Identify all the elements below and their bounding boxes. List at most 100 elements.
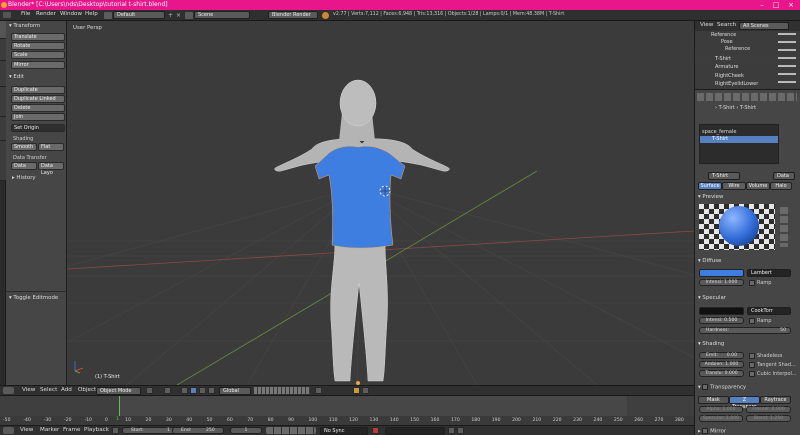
mode-select[interactable]: Object Mode: [96, 387, 141, 395]
duplicate-button[interactable]: Duplicate: [11, 86, 65, 94]
delete-keyframe-icon[interactable]: [457, 427, 464, 434]
specular-ramp-checkbox[interactable]: [749, 318, 755, 324]
close-icon[interactable]: ×: [785, 0, 797, 10]
menu-frame[interactable]: Frame: [63, 427, 80, 433]
diffuse-ramp-checkbox[interactable]: [749, 280, 755, 286]
material-slot-selected[interactable]: T-Shirt: [700, 136, 778, 143]
tab-halo[interactable]: Halo: [770, 182, 792, 190]
3d-viewport[interactable]: User Persp (1) T-Shirt: [67, 21, 694, 385]
blend-field[interactable]: Blend: 1.250: [746, 415, 791, 422]
pivot-point-icon[interactable]: [164, 387, 171, 394]
menu-file[interactable]: File: [21, 11, 30, 17]
end-frame-field[interactable]: End: 250: [172, 427, 224, 434]
translate-button[interactable]: Translate: [11, 33, 65, 41]
menu-marker[interactable]: Marker: [40, 427, 59, 433]
rotate-manipulator-icon[interactable]: [199, 387, 206, 394]
diffuse-intensity-field[interactable]: Intensi: 1.000: [699, 279, 744, 286]
shadeless-checkbox[interactable]: [749, 353, 755, 359]
transparency-panel-header[interactable]: ▾ Transparency: [698, 384, 746, 391]
edit-panel-header[interactable]: ▾ Edit: [9, 74, 24, 80]
snap-icon[interactable]: [315, 387, 322, 394]
toggle-editmode-panel[interactable]: ▾ Toggle Editmode: [9, 295, 58, 301]
remove-screen-icon[interactable]: ×: [176, 12, 183, 19]
menu-search[interactable]: Search: [717, 22, 736, 28]
rotate-button[interactable]: Rotate: [11, 42, 65, 50]
editor-type-icon[interactable]: [3, 12, 11, 18]
diffuse-panel-header[interactable]: ▾ Diffuse: [698, 258, 721, 264]
duplicate-linked-button[interactable]: Duplicate Linked: [11, 95, 65, 103]
tab-wire[interactable]: Wire: [722, 182, 746, 190]
playback-controls[interactable]: [266, 427, 316, 434]
menu-object[interactable]: Object: [78, 387, 96, 393]
set-origin-select[interactable]: Set Origin: [11, 124, 65, 132]
start-frame-field[interactable]: Start: 1: [122, 427, 179, 434]
specular-color-swatch[interactable]: [699, 307, 744, 315]
timeline[interactable]: -50 -40 -30 -20 -10 0 10 20 30 40 50 60 70 80 90 100 110…: [0, 395, 694, 426]
transparency-ztransparency-button[interactable]: Z Transpare: [729, 396, 760, 410]
t-shirt[interactable]: [314, 146, 406, 249]
transform-panel-header[interactable]: ▾ Transform: [9, 23, 40, 29]
translate-manipulator-icon[interactable]: [190, 387, 197, 394]
editor-type-icon[interactable]: [3, 427, 14, 434]
scene-icon[interactable]: [185, 12, 193, 19]
render-engine-select[interactable]: Blender Render: [268, 11, 318, 19]
add-screen-icon[interactable]: +: [168, 12, 175, 19]
material-name-field[interactable]: T-Shirt: [708, 172, 740, 180]
preview-panel-header[interactable]: ▾ Preview: [698, 194, 723, 200]
transparency-checkbox[interactable]: [702, 384, 709, 390]
emit-field[interactable]: Emit: 0.00: [699, 352, 744, 359]
alpha-field[interactable]: Alpha: 1.000: [699, 406, 743, 413]
viewport-shading-icon[interactable]: [146, 387, 153, 394]
transparency-raytrace-button[interactable]: Raytrace: [760, 396, 791, 404]
mirror-button[interactable]: Mirror: [11, 61, 65, 69]
diffuse-shader-select[interactable]: Lambert: [747, 269, 791, 277]
menu-view[interactable]: View: [700, 22, 713, 28]
current-frame-field[interactable]: 1: [230, 427, 262, 434]
mirror-checkbox[interactable]: [702, 428, 709, 434]
layers-grid[interactable]: [254, 387, 310, 394]
menu-select[interactable]: Select: [40, 387, 57, 393]
keying-set-field[interactable]: [385, 427, 445, 435]
material-slot[interactable]: space_female: [702, 129, 736, 135]
scale-button[interactable]: Scale: [11, 51, 65, 59]
specular-panel-header[interactable]: ▾ Specular: [698, 295, 726, 301]
tab-volume[interactable]: Volume: [746, 182, 770, 190]
viewport-scene[interactable]: [67, 21, 694, 385]
translucency-field[interactable]: Translu: 0.000: [699, 370, 744, 377]
manipulator-icon[interactable]: [181, 387, 188, 394]
insert-keyframe-icon[interactable]: [448, 427, 455, 434]
menu-view[interactable]: View: [20, 427, 33, 433]
menu-playback[interactable]: Playback: [84, 427, 109, 433]
lock-camera-icon[interactable]: [353, 387, 360, 394]
preview-range-icon[interactable]: [112, 427, 119, 434]
current-frame-line[interactable]: [119, 396, 120, 416]
hardness-field[interactable]: Hardness: 50: [699, 327, 791, 334]
body-model[interactable]: [274, 79, 450, 382]
context-tabs[interactable]: [697, 93, 797, 101]
data-button[interactable]: Data: [11, 162, 37, 170]
transparency-mask-button[interactable]: Mask: [698, 396, 729, 404]
delete-button[interactable]: Delete: [11, 104, 65, 112]
scale-manipulator-icon[interactable]: [208, 387, 215, 394]
scene-select[interactable]: Scene: [194, 11, 250, 19]
render-preview-icon[interactable]: [362, 387, 369, 394]
minimize-icon[interactable]: –: [756, 0, 768, 10]
diffuse-color-swatch[interactable]: [699, 269, 744, 277]
data-select[interactable]: Data: [773, 172, 795, 180]
data-layout-button[interactable]: Data Layo: [38, 162, 64, 176]
display-mode-select[interactable]: All Scenes: [739, 22, 789, 30]
history-panel-header[interactable]: ▸ History: [12, 175, 36, 181]
tab-surface[interactable]: Surface: [698, 182, 722, 190]
menu-window[interactable]: Window: [60, 11, 82, 17]
menu-render[interactable]: Render: [36, 11, 56, 17]
sync-select[interactable]: No Sync: [320, 427, 368, 435]
screen-layout-icon[interactable]: [104, 12, 112, 19]
visibility-toggles[interactable]: [778, 33, 796, 87]
specular-shader-select[interactable]: CookTorr: [747, 307, 791, 315]
maximize-icon[interactable]: □: [770, 0, 782, 10]
join-button[interactable]: Join: [11, 113, 65, 121]
preview-type-buttons[interactable]: [780, 207, 788, 247]
material-slot-list[interactable]: space_female T-Shirt: [699, 124, 779, 164]
orientation-select[interactable]: Global: [219, 387, 251, 395]
fresnel-field[interactable]: Fresnel: 0.000: [746, 406, 791, 413]
